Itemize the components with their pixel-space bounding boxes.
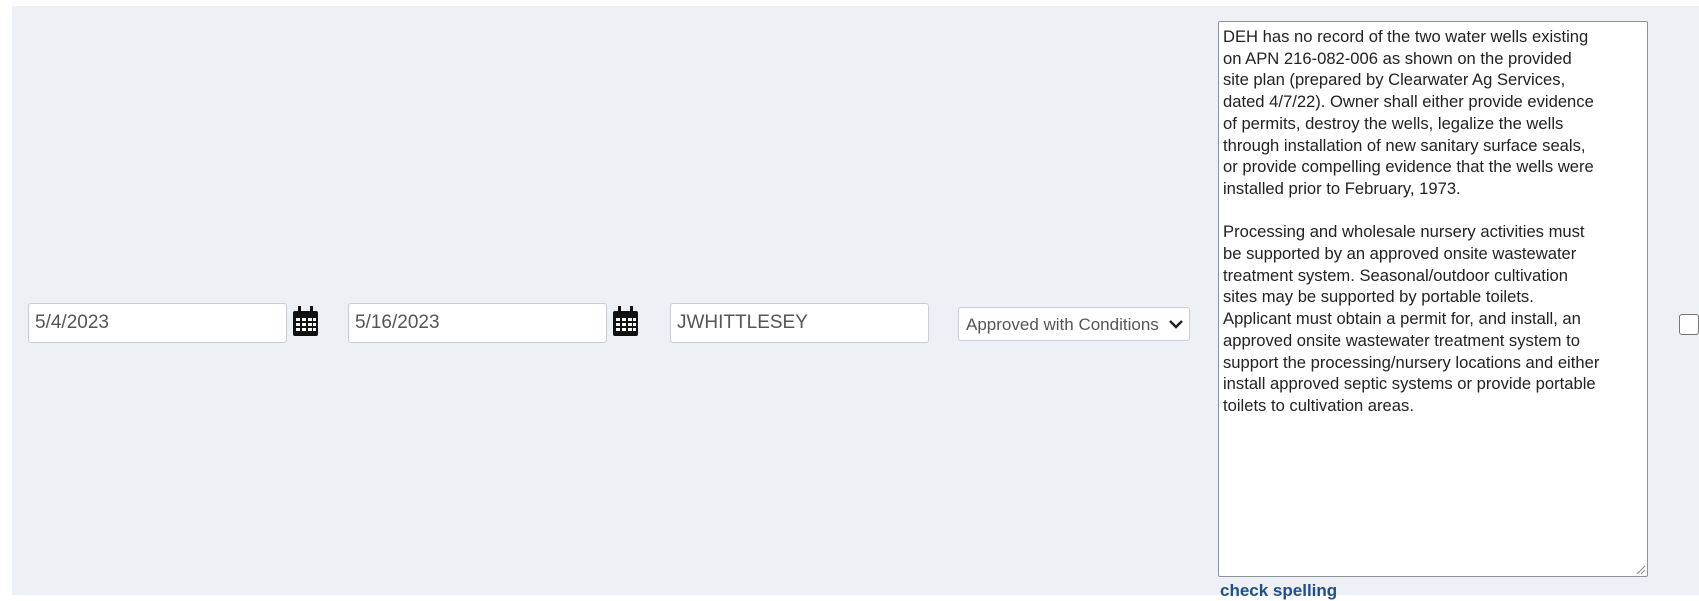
- calendar-icon[interactable]: [612, 306, 639, 337]
- resize-grip-icon[interactable]: [1634, 563, 1646, 575]
- status-select-value: Approved with Conditions: [966, 315, 1159, 334]
- status-select[interactable]: Approved with Conditions: [958, 307, 1190, 341]
- row-checkbox[interactable]: [1679, 314, 1699, 335]
- reviewer-input[interactable]: [670, 303, 929, 343]
- calendar-icon[interactable]: [292, 306, 319, 337]
- comments-textarea[interactable]: DEH has no record of the two water wells…: [1218, 21, 1648, 577]
- check-spelling-link[interactable]: check spelling: [1220, 581, 1337, 601]
- start-date-input[interactable]: [28, 303, 287, 343]
- end-date-input[interactable]: [348, 303, 607, 343]
- chevron-down-icon: [1169, 320, 1183, 329]
